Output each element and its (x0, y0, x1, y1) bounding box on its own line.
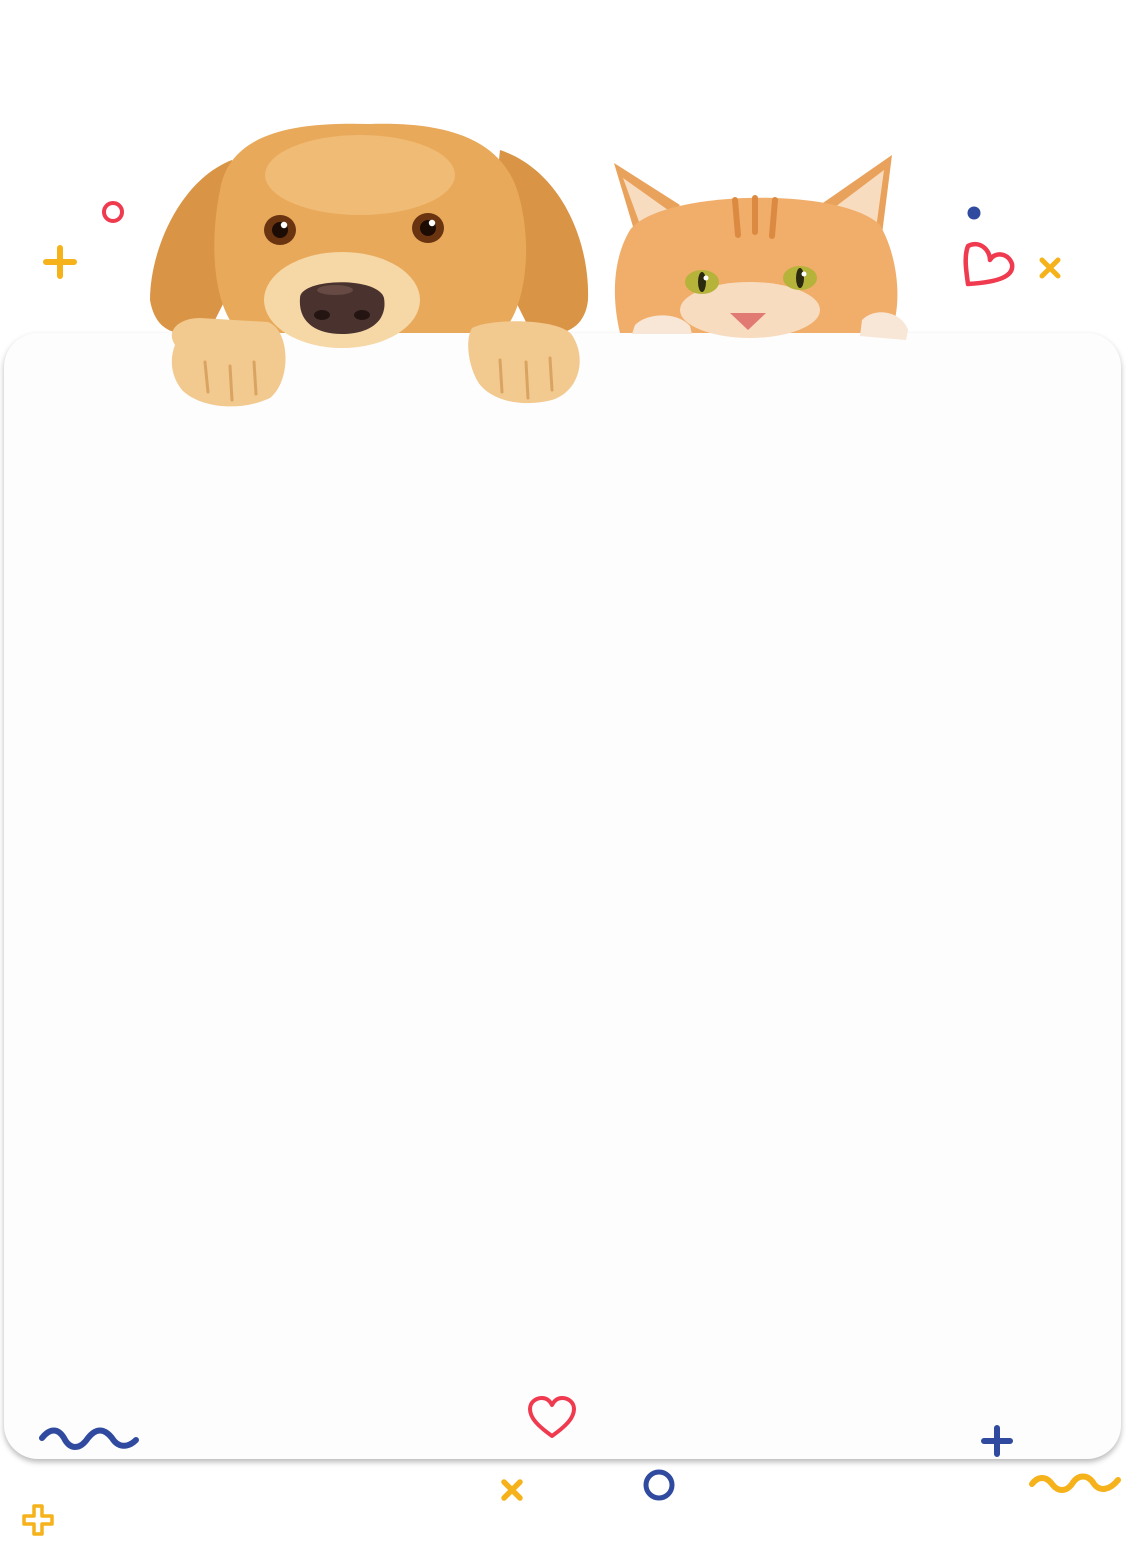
cat-peeking (614, 155, 908, 340)
ring-icon (643, 1469, 675, 1501)
plus-icon (981, 1425, 1013, 1457)
content-card (4, 333, 1121, 1459)
plus-outline-icon (22, 1504, 54, 1536)
wave-icon (1029, 1473, 1121, 1493)
pets-illustration (150, 123, 908, 407)
dog-peeking (150, 123, 589, 407)
heart-outline-icon (528, 1396, 576, 1438)
wave-icon (39, 1427, 139, 1450)
cross-icon (501, 1479, 523, 1501)
